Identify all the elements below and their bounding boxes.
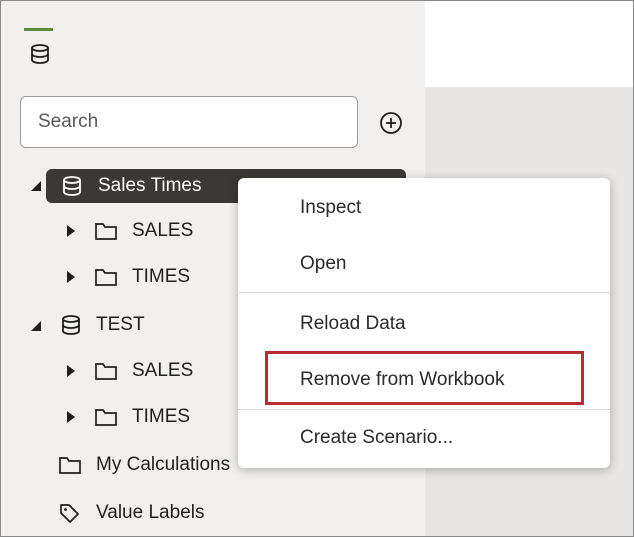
collapsed-arrow-icon[interactable] (66, 224, 76, 238)
tree-item-label: SALES (132, 360, 194, 381)
context-menu: Inspect Open Reload Data Remove from Wor… (238, 178, 610, 468)
canvas-header (425, 1, 633, 87)
tree-item-label: SALES (132, 220, 194, 241)
folder-icon (95, 223, 117, 240)
menu-divider (238, 292, 610, 293)
tree-item-times[interactable]: TIMES (94, 400, 190, 434)
menu-item-reload-data[interactable]: Reload Data (238, 302, 610, 346)
active-tab-indicator (24, 28, 53, 31)
collapsed-arrow-icon[interactable] (66, 410, 76, 424)
search-field[interactable] (20, 96, 358, 148)
tree-item-value-labels[interactable]: Value Labels (58, 496, 204, 530)
folder-icon (95, 269, 117, 286)
menu-item-inspect[interactable]: Inspect (238, 186, 610, 230)
menu-divider (238, 409, 610, 410)
tree-item-sales[interactable]: SALES (94, 354, 193, 388)
tag-icon (60, 504, 79, 523)
highlight-annotation (265, 351, 584, 405)
tree-item-label: Sales Times (98, 175, 202, 196)
menu-item-open[interactable]: Open (238, 242, 610, 286)
database-icon (63, 176, 81, 196)
tree-item-label: TIMES (132, 266, 191, 287)
tree-item-test[interactable]: TEST (60, 308, 145, 342)
tree-item-label: My Calculations (96, 454, 231, 475)
folder-icon (95, 409, 117, 426)
tree-item-times[interactable]: TIMES (94, 260, 190, 294)
folder-icon (95, 363, 117, 380)
database-icon[interactable] (29, 43, 51, 65)
tree-item-sales[interactable]: SALES (94, 214, 193, 248)
tree-item-my-calculations[interactable]: My Calculations (58, 448, 230, 482)
database-icon (62, 315, 80, 335)
expanded-arrow-icon[interactable] (30, 320, 42, 332)
tree-item-label: Value Labels (96, 502, 205, 523)
expanded-arrow-icon[interactable] (30, 180, 42, 192)
add-circle-icon[interactable] (378, 110, 404, 136)
tree-item-label: TIMES (132, 406, 191, 427)
collapsed-arrow-icon[interactable] (66, 364, 76, 378)
search-input[interactable] (22, 98, 356, 146)
folder-icon (59, 457, 81, 474)
menu-item-create-scenario[interactable]: Create Scenario... (238, 416, 610, 460)
tree-item-label: TEST (96, 314, 145, 335)
collapsed-arrow-icon[interactable] (66, 270, 76, 284)
